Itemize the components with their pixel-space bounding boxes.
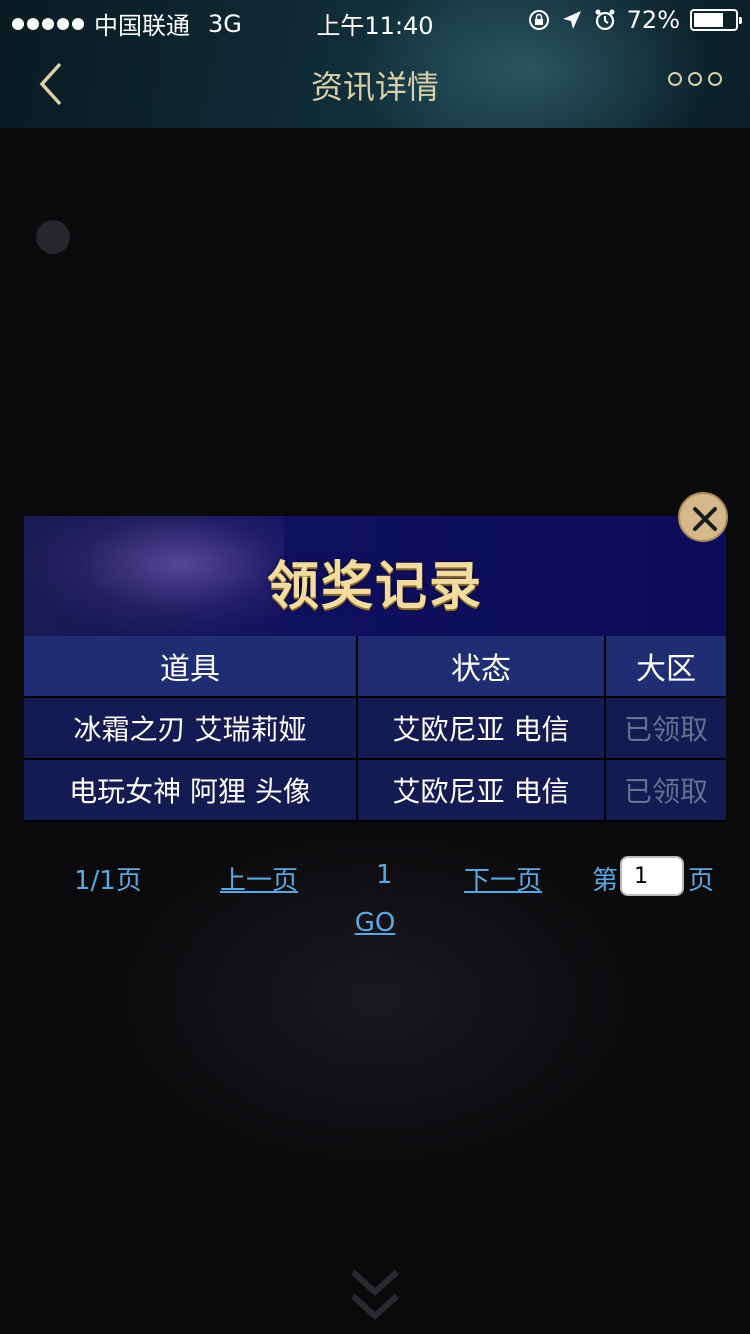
battery-percent: 72%	[626, 6, 680, 34]
alarm-icon	[595, 9, 615, 31]
page-total: 1/1页	[74, 866, 142, 896]
cell-item: 冰霜之刃 艾瑞莉娅	[24, 698, 358, 760]
current-page: 1	[376, 860, 393, 890]
pagination: 1/1页 上一页 1 下一页 第 页	[0, 856, 750, 896]
prev-page-link[interactable]: 上一页	[220, 860, 298, 897]
double-chevron-down-icon	[350, 1269, 400, 1321]
column-header-status: 状态	[358, 636, 606, 698]
page-number-input[interactable]	[620, 856, 684, 896]
table-row: 冰霜之刃 艾瑞莉娅 艾欧尼亚 电信 已领取	[24, 698, 726, 760]
cell-region: 艾欧尼亚 电信	[358, 760, 606, 822]
cell-item: 电玩女神 阿狸 头像	[24, 760, 358, 822]
bullet-icon	[36, 220, 70, 254]
location-arrow-icon	[562, 11, 581, 29]
modal-header: 领奖记录	[24, 516, 726, 636]
rotation-lock-icon	[528, 10, 549, 30]
table-row: 电玩女神 阿狸 头像 艾欧尼亚 电信 已领取	[24, 760, 726, 822]
page-title: 资讯详情	[310, 68, 439, 106]
jump-suffix: 页	[688, 866, 715, 896]
table-header-row: 道具 状态 大区	[24, 636, 726, 698]
more-dots-icon[interactable]	[668, 72, 722, 86]
nav-bar: 资讯详情	[0, 40, 750, 128]
jump-prefix: 第	[592, 866, 619, 896]
column-header-item: 道具	[24, 636, 358, 698]
battery-icon	[690, 9, 742, 31]
cell-status: 已领取	[606, 760, 726, 822]
column-header-region: 大区	[606, 636, 726, 698]
cell-region: 艾欧尼亚 电信	[358, 698, 606, 760]
next-page-link[interactable]: 下一页	[464, 860, 542, 897]
modal-title: 领奖记录	[266, 557, 483, 617]
award-record-table: 道具 状态 大区 冰霜之刃 艾瑞莉娅 艾欧尼亚 电信 已领取 电玩女神 阿狸 头…	[24, 636, 726, 822]
cell-status: 已领取	[606, 698, 726, 760]
close-button[interactable]	[678, 492, 728, 542]
status-bar: 中国联通 3G 上午11:40 72%	[0, 0, 750, 40]
top-bar: 中国联通 3G 上午11:40 72% 资讯详情	[0, 0, 750, 128]
go-button[interactable]: GO	[0, 908, 750, 938]
status-right: 72%	[527, 6, 742, 34]
close-icon	[693, 507, 717, 531]
